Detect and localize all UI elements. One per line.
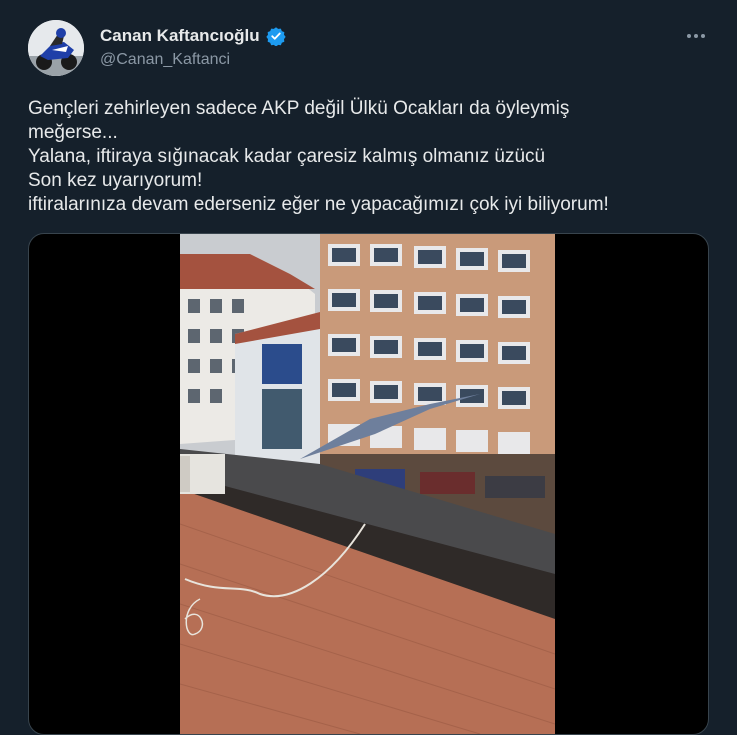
author-handle[interactable]: @Canan_Kaftanci <box>100 51 230 69</box>
avatar[interactable] <box>28 20 84 76</box>
tweet-text-line: meğerse... <box>28 122 118 143</box>
tweet-text-line: Yalana, iftiraya sığınacak kadar çaresiz… <box>28 146 546 167</box>
author-name-row: Canan Kaftancıoğlu <box>100 26 286 46</box>
media-container <box>28 233 709 735</box>
tweet-text-line: Gençleri zehirleyen sadece AKP değil Ülk… <box>28 98 570 119</box>
tweet-text: Gençleri zehirleyen sadece AKP değil Ülk… <box>28 97 698 217</box>
display-name[interactable]: Canan Kaftancıoğlu <box>100 26 260 46</box>
tweet-card: Canan Kaftancıoğlu @Canan_Kaftanci Gençl… <box>0 0 737 735</box>
tweet-text-line: Son kez uyarıyorum! <box>28 170 203 191</box>
verified-badge-icon <box>265 27 286 46</box>
more-options-icon[interactable] <box>683 23 709 49</box>
video-player[interactable] <box>180 234 555 734</box>
video-frame <box>180 234 555 734</box>
tweet-text-line: iftiralarınıza devam ederseniz eğer ne y… <box>28 194 609 215</box>
